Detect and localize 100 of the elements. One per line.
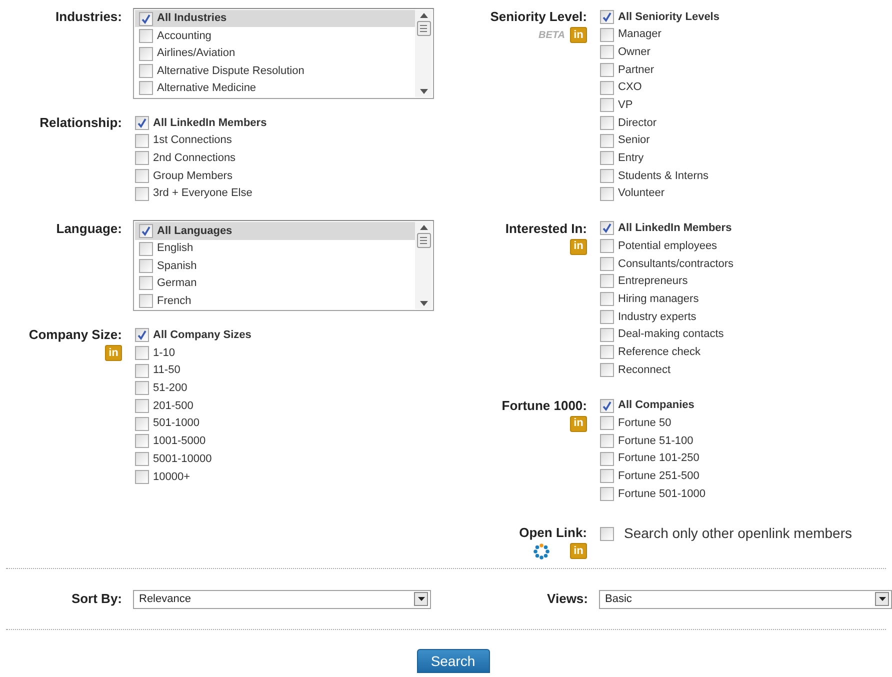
option-label: VP <box>618 98 633 114</box>
list-option[interactable]: German <box>135 274 415 292</box>
checkbox[interactable] <box>139 276 153 290</box>
option-label: CXO <box>618 80 642 96</box>
linkedin-badge: in <box>570 27 587 43</box>
scrollbar[interactable] <box>415 222 432 310</box>
checkbox[interactable] <box>600 80 614 95</box>
checkbox[interactable] <box>600 221 614 236</box>
checkbox[interactable] <box>139 46 153 61</box>
checkbox[interactable] <box>135 364 149 378</box>
list-option[interactable]: English <box>135 240 415 258</box>
checkbox[interactable] <box>600 28 614 42</box>
scroll-up-icon[interactable] <box>420 225 428 230</box>
checkbox[interactable] <box>600 186 614 201</box>
option-label: Senior <box>618 133 650 148</box>
checkbox[interactable] <box>600 151 614 166</box>
checkbox[interactable] <box>600 345 614 360</box>
checkbox[interactable] <box>135 434 149 448</box>
checkbox[interactable] <box>600 526 614 541</box>
checkbox[interactable] <box>135 452 149 466</box>
option-label: Search only other openlink members <box>624 524 852 544</box>
check-icon <box>137 118 147 128</box>
option-label: Owner <box>618 44 650 60</box>
list-option[interactable]: Accounting <box>135 27 415 45</box>
checkbox[interactable] <box>600 292 614 306</box>
checkbox[interactable] <box>600 362 614 377</box>
scroll-down-icon[interactable] <box>420 301 428 306</box>
option-label: 201-500 <box>153 398 194 414</box>
checkbox[interactable] <box>600 10 614 24</box>
checkbox[interactable] <box>600 256 614 271</box>
checkbox[interactable] <box>600 98 614 112</box>
option-label: 1001-5000 <box>153 434 206 450</box>
checkbox[interactable] <box>139 64 153 78</box>
checkbox[interactable] <box>135 151 149 166</box>
option-label: 1st Connections <box>153 133 232 148</box>
list-option[interactable]: Airlines/Aviation <box>135 44 415 62</box>
checkbox[interactable] <box>135 381 149 396</box>
scroll-thumb[interactable] <box>416 21 430 36</box>
option-label: 2nd Connections <box>153 150 236 166</box>
option-label: 51-200 <box>153 381 188 396</box>
checkbox[interactable] <box>600 452 614 466</box>
dropdown[interactable]: Basic <box>599 590 892 608</box>
checkbox[interactable] <box>135 168 149 183</box>
option-label: Fortune 50 <box>618 416 672 432</box>
checkbox[interactable] <box>139 12 153 26</box>
listbox[interactable]: All Languages English Spanish German French <box>133 220 434 312</box>
dotted-ring-icon <box>533 542 550 560</box>
checkbox[interactable] <box>600 45 614 60</box>
dropdown[interactable]: Relevance <box>133 590 431 608</box>
option-label: Potential employees <box>618 238 718 254</box>
option-label: Fortune 101-250 <box>618 451 700 466</box>
checkbox[interactable] <box>600 469 614 484</box>
checkbox[interactable] <box>600 239 614 254</box>
checkbox[interactable] <box>600 328 614 342</box>
checkbox[interactable] <box>600 62 614 77</box>
checkbox[interactable] <box>135 186 149 201</box>
check-icon <box>602 223 612 234</box>
checkbox[interactable] <box>139 81 153 96</box>
checkbox[interactable] <box>135 470 149 484</box>
checkbox[interactable] <box>600 274 614 288</box>
option-label: Consultants/contractors <box>618 256 734 272</box>
checkbox[interactable] <box>135 116 149 130</box>
list-option[interactable]: Spanish <box>135 257 415 275</box>
option-label: All Companies <box>618 398 694 414</box>
list-option[interactable]: All Languages <box>135 222 415 240</box>
field-label: Industries: <box>56 8 122 26</box>
list-option[interactable]: French <box>135 292 415 310</box>
scroll-thumb[interactable] <box>416 233 430 248</box>
option-label: All Company Sizes <box>153 328 252 344</box>
checkbox[interactable] <box>600 169 614 184</box>
checkbox[interactable] <box>135 328 149 342</box>
checkbox[interactable] <box>135 346 149 360</box>
checkbox[interactable] <box>139 242 153 256</box>
list-option[interactable]: All Industries <box>135 10 415 28</box>
list-option[interactable]: Alternative Medicine <box>135 80 415 98</box>
check-icon <box>137 330 147 340</box>
scroll-down-icon[interactable] <box>420 89 428 94</box>
checkbox[interactable] <box>135 416 149 431</box>
checkbox[interactable] <box>600 434 614 448</box>
checkbox[interactable] <box>600 134 614 148</box>
scroll-up-icon[interactable] <box>420 13 428 18</box>
scrollbar[interactable] <box>415 10 432 97</box>
checkbox[interactable] <box>139 258 153 273</box>
listbox[interactable]: All Industries Accounting Airlines/Aviation Alternative Dispute Resolution Alternative Medicine <box>133 8 434 99</box>
option-label: Reconnect <box>618 362 671 378</box>
checkbox[interactable] <box>135 399 149 414</box>
field-label: Relationship: <box>40 114 122 132</box>
checkbox[interactable] <box>135 134 149 148</box>
checkbox[interactable] <box>600 310 614 324</box>
checkbox[interactable] <box>139 224 153 238</box>
linkedin-badge: in <box>570 416 587 432</box>
checkbox[interactable] <box>139 294 153 308</box>
checkbox[interactable] <box>600 398 614 413</box>
search-button[interactable]: Search <box>416 649 490 673</box>
caret-icon <box>878 597 886 601</box>
checkbox[interactable] <box>600 116 614 130</box>
checkbox[interactable] <box>600 487 614 502</box>
checkbox[interactable] <box>600 416 614 430</box>
checkbox[interactable] <box>139 29 153 44</box>
list-option[interactable]: Alternative Dispute Resolution <box>135 62 415 80</box>
